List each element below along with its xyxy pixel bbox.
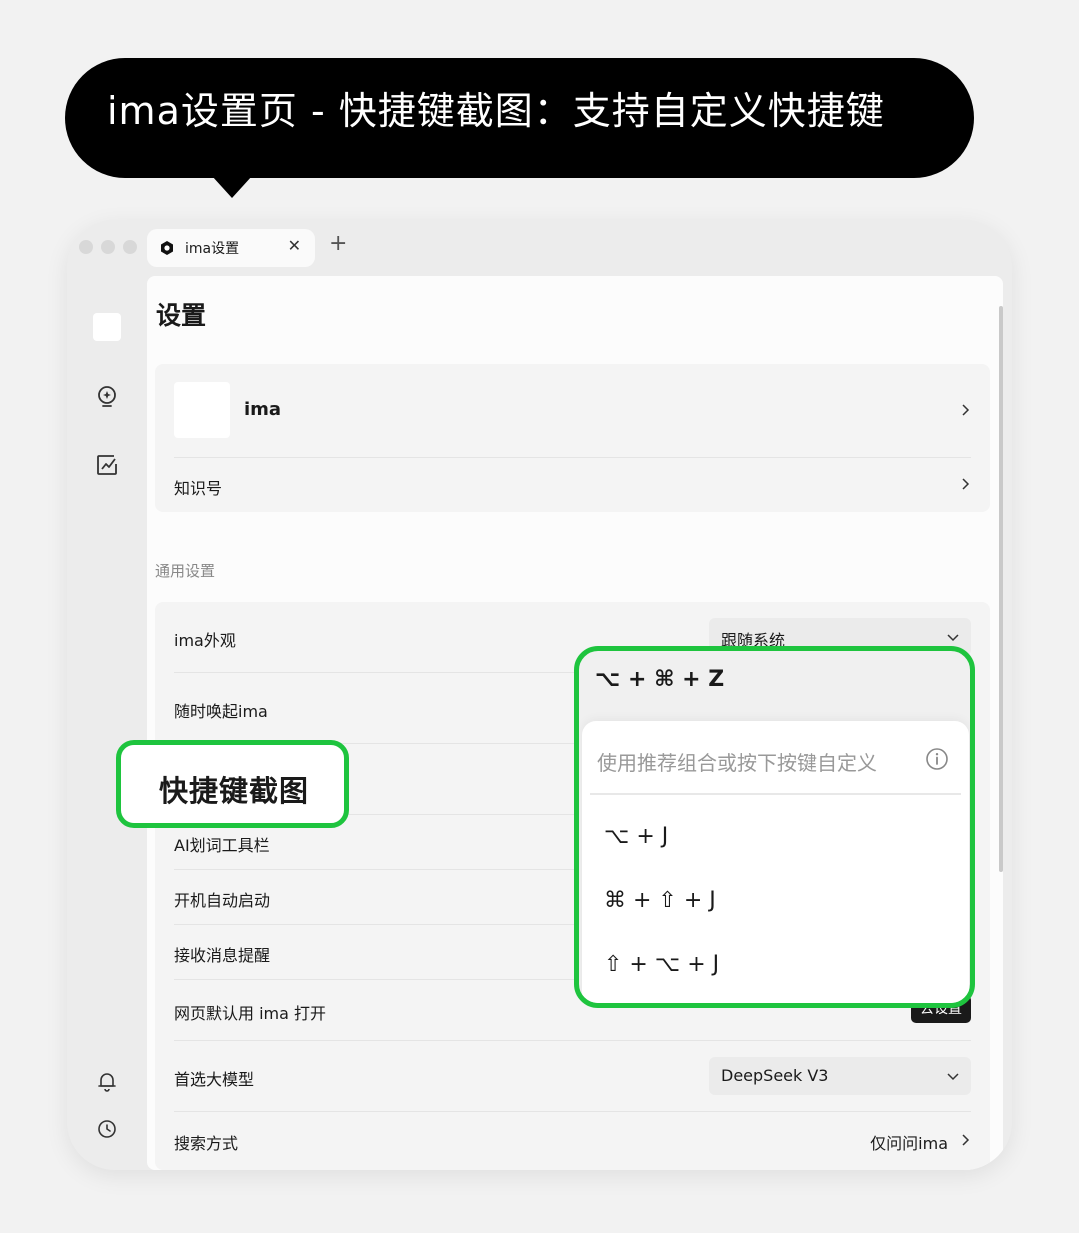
scrollbar[interactable]: [999, 306, 1003, 872]
caption-text: ima设置页 - 快捷键截图：支持自定义快捷键: [107, 89, 885, 133]
tab-close-icon[interactable]: ✕: [288, 236, 301, 255]
search-label: 搜索方式: [174, 1134, 239, 1153]
page-title: 设置: [156, 301, 207, 330]
model-value: DeepSeek V3: [721, 1066, 829, 1085]
info-icon[interactable]: [925, 747, 949, 771]
clock-icon[interactable]: [94, 1116, 120, 1142]
current-shortcut[interactable]: ⌥ + ⌘ + Z: [595, 667, 724, 692]
autostart-label: 开机自动启动: [174, 891, 271, 910]
model-label: 首选大模型: [174, 1070, 255, 1089]
divider: [590, 793, 961, 795]
tab-label: ima设置: [185, 241, 240, 257]
knowledge-label: 知识号: [174, 479, 223, 498]
tab-ima-settings[interactable]: ima设置 ✕: [147, 229, 315, 267]
new-tab-button[interactable]: +: [329, 233, 347, 255]
account-row[interactable]: ima: [174, 364, 971, 456]
shortcut-option[interactable]: ⌘ + ⇧ + J: [604, 888, 716, 913]
webpage-label: 网页默认用 ima 打开: [174, 1004, 327, 1023]
edit-icon[interactable]: [94, 452, 120, 478]
window-zoom-dot[interactable]: [123, 240, 137, 254]
shortcut-label: 快捷键截图: [159, 774, 310, 808]
ima-logo-icon: [161, 241, 173, 255]
section-general-title: 通用设置: [155, 562, 216, 580]
shortcut-option[interactable]: ⌥ + J: [604, 824, 668, 849]
account-card: ima 知识号: [155, 364, 990, 512]
model-select[interactable]: DeepSeek V3: [709, 1057, 971, 1095]
knowledge-row[interactable]: 知识号: [174, 458, 971, 512]
wake-label: 随时唤起ima: [174, 702, 268, 721]
window-minimize-dot[interactable]: [101, 240, 115, 254]
chevron-right-icon: [962, 404, 970, 416]
bell-icon[interactable]: [94, 1068, 120, 1094]
notify-label: 接收消息提醒: [174, 946, 271, 965]
bulb-icon[interactable]: [94, 384, 120, 410]
ai-toolbar-label: AI划词工具栏: [174, 836, 270, 855]
shortcut-popup: ⌥ + ⌘ + Z 使用推荐组合或按下按键自定义 ⌥ + J ⌘ + ⇧ + J…: [574, 646, 975, 1008]
chevron-right-icon: [962, 1134, 970, 1146]
shortcut-label-callout: 快捷键截图: [116, 740, 349, 828]
window-close-dot[interactable]: [79, 240, 93, 254]
shortcut-hint: 使用推荐组合或按下按键自定义: [597, 751, 877, 775]
shortcut-options-list: 使用推荐组合或按下按键自定义 ⌥ + J ⌘ + ⇧ + J ⇧ + ⌥ + J: [582, 721, 969, 1003]
account-name: ima: [244, 399, 282, 420]
chevron-right-icon: [962, 478, 970, 490]
sidebar-logo[interactable]: [93, 313, 121, 341]
appearance-label: ima外观: [174, 631, 236, 650]
chevron-down-icon: [947, 1073, 959, 1081]
search-value: 仅问问ima: [870, 1134, 948, 1153]
shortcut-option[interactable]: ⇧ + ⌥ + J: [604, 952, 719, 977]
chevron-down-icon: [947, 634, 959, 642]
caption-bubble-tail: [212, 176, 252, 198]
search-row[interactable]: 搜索方式 仅问问ima: [174, 1112, 971, 1170]
